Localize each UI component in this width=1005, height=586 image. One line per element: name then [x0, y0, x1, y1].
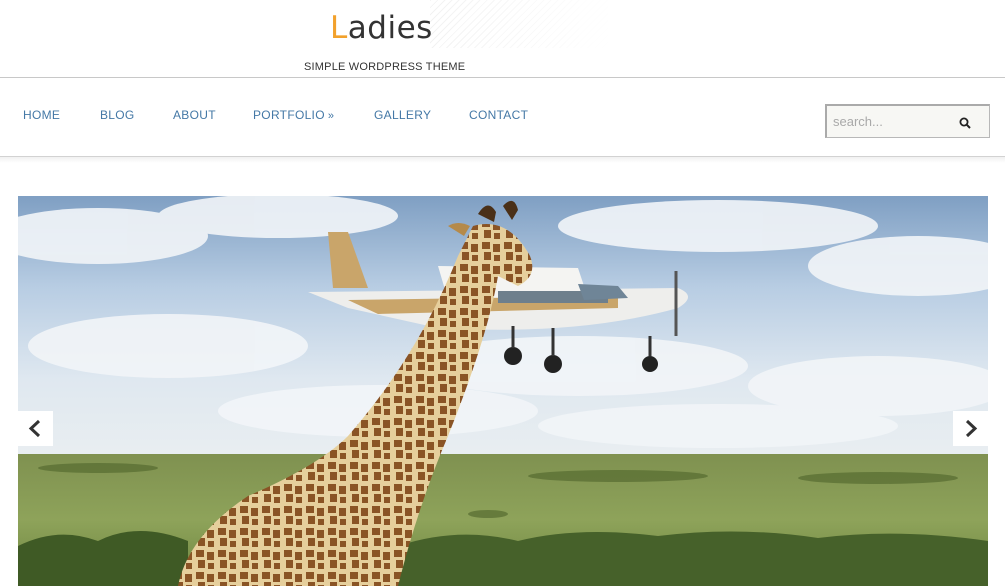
- site-header: Ladies SIMPLE WORDPRESS THEME: [0, 0, 1005, 78]
- search-box: [825, 104, 990, 138]
- double-chevron-right-icon: »: [327, 110, 335, 122]
- nav-item-gallery[interactable]: GALLERY: [374, 108, 431, 122]
- nav-item-home[interactable]: HOME: [23, 108, 60, 122]
- main-navigation: HOME BLOG ABOUT PORTFOLIO» GALLERY CONTA…: [0, 78, 1005, 157]
- site-tagline: SIMPLE WORDPRESS THEME: [304, 61, 466, 73]
- logo-stripe-decoration: [430, 0, 615, 48]
- slider-prev-button[interactable]: [18, 411, 53, 446]
- nav-item-blog[interactable]: BLOG: [100, 108, 135, 122]
- featured-slider: [18, 196, 988, 586]
- nav-shadow: [0, 157, 1005, 163]
- chevron-left-icon: [28, 419, 41, 438]
- nav-item-contact[interactable]: CONTACT: [469, 108, 528, 122]
- search-icon[interactable]: [959, 117, 971, 129]
- search-input[interactable]: [833, 114, 953, 129]
- logo-text: adies: [347, 10, 433, 46]
- nav-item-portfolio[interactable]: PORTFOLIO»: [253, 108, 334, 122]
- slider-next-button[interactable]: [953, 411, 988, 446]
- nav-item-portfolio-label: PORTFOLIO: [253, 108, 325, 122]
- logo-first-letter: L: [330, 10, 348, 46]
- slide-image[interactable]: [18, 196, 988, 586]
- chevron-right-icon: [965, 419, 978, 438]
- site-logo[interactable]: Ladies: [330, 10, 433, 46]
- nav-item-about[interactable]: ABOUT: [173, 108, 216, 122]
